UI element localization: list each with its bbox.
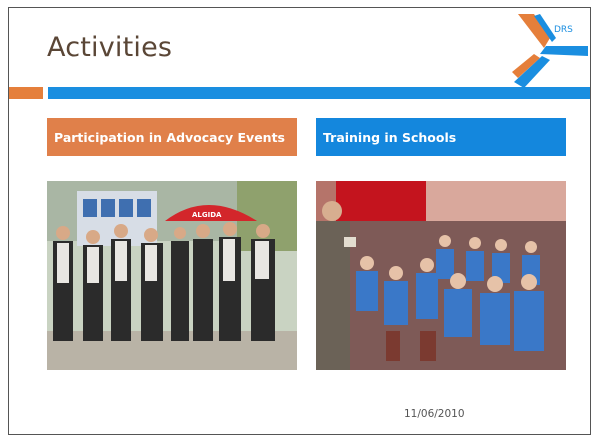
advocacy-event-photo: ALGIDA bbox=[47, 181, 297, 370]
slide-date: 11/06/2010 bbox=[404, 408, 465, 420]
umbrella-banner-text: ALGIDA bbox=[192, 211, 222, 219]
slide-title: Activities bbox=[47, 32, 173, 63]
drs-logo-icon: DRS bbox=[512, 14, 588, 88]
advocacy-events-heading: Participation in Advocacy Events bbox=[47, 118, 297, 156]
logo-text: DRS bbox=[554, 25, 573, 35]
accent-bar-orange bbox=[9, 87, 43, 99]
training-schools-heading: Training in Schools bbox=[316, 118, 566, 156]
slide: Activities DRS Participation in Advocacy… bbox=[8, 7, 591, 435]
school-training-photo bbox=[316, 181, 566, 370]
accent-bar-blue bbox=[48, 87, 590, 99]
